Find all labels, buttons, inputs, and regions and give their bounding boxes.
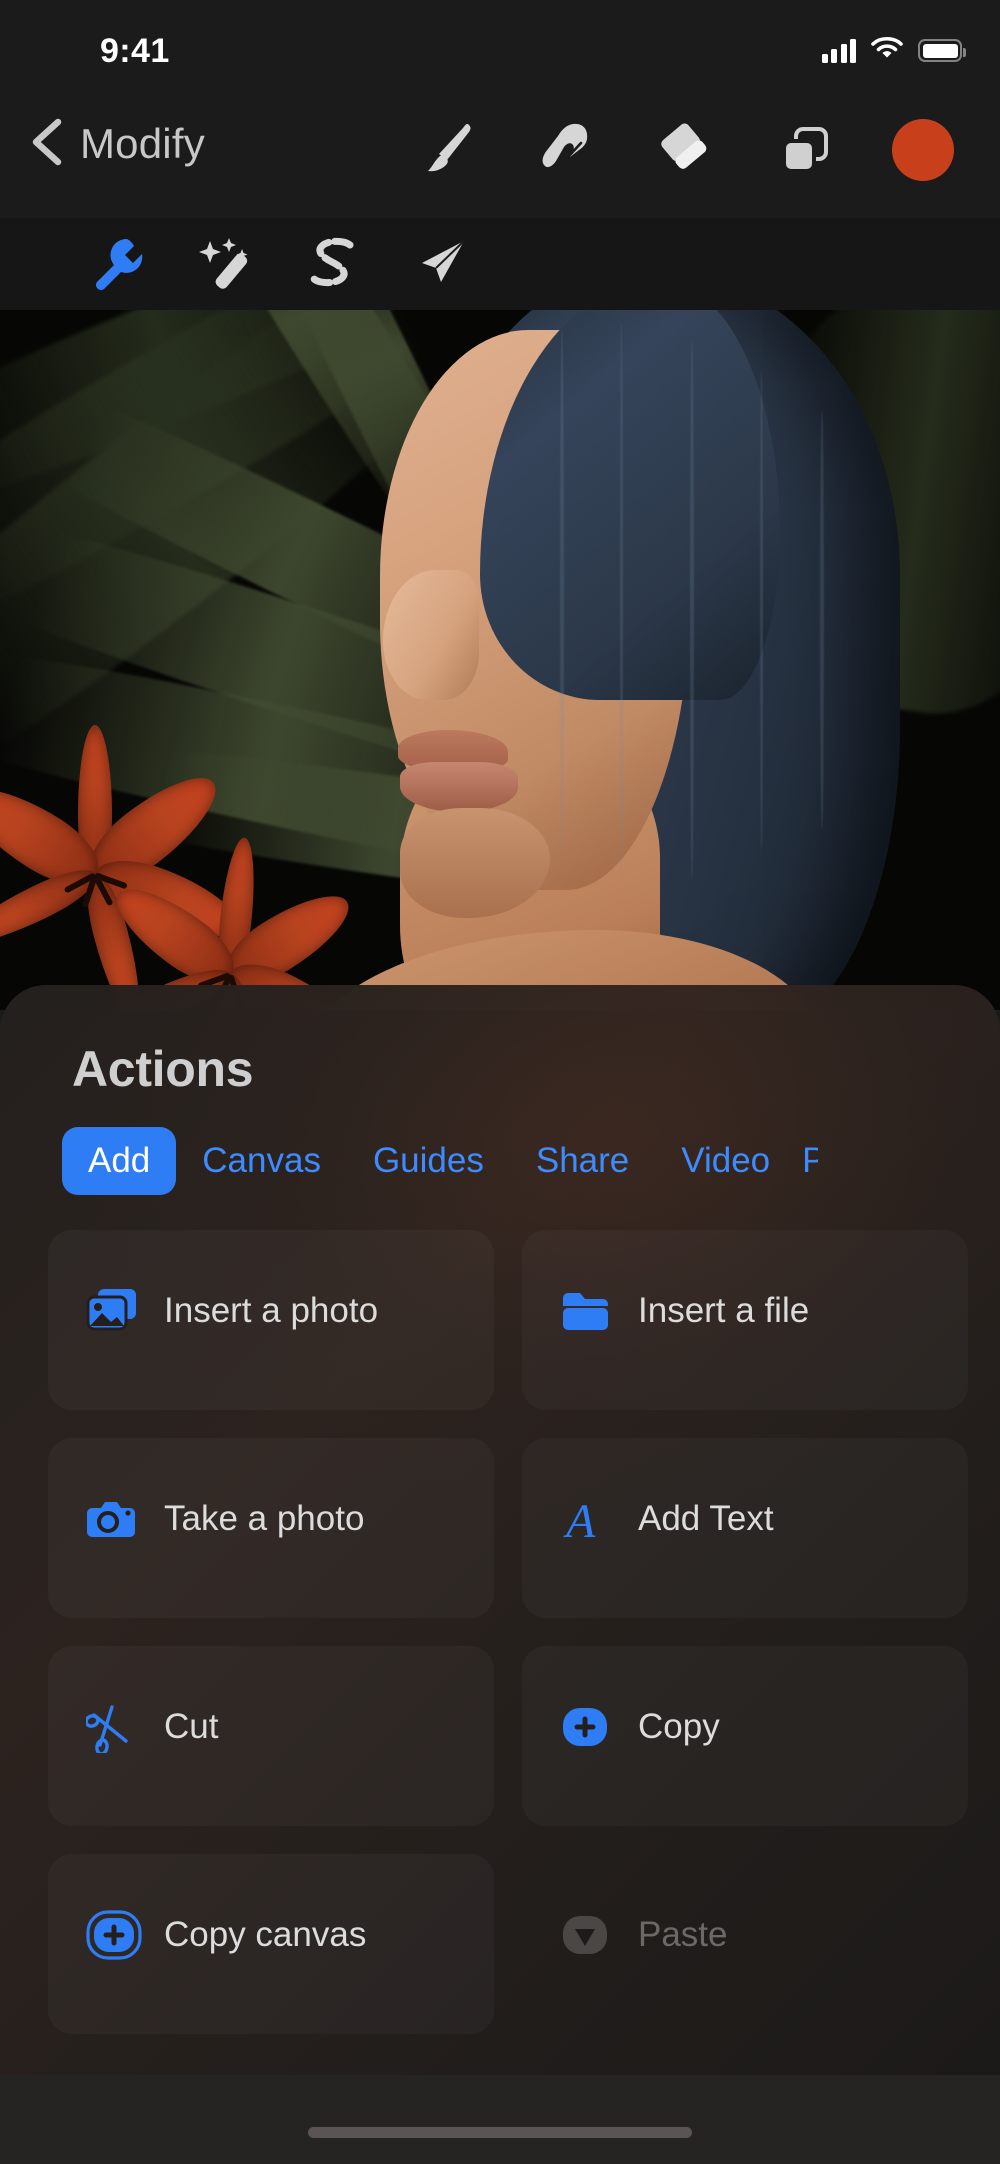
status-bar: 9:41 [0,0,1000,88]
selection-tool[interactable] [280,228,388,300]
copy-canvas-icon [86,1906,148,1964]
action-label: Add Text [638,1499,774,1538]
action-label: Paste [638,1915,728,1954]
action-label: Cut [164,1707,219,1746]
back-button[interactable] [22,112,74,172]
paste-button: Paste [522,1854,968,2034]
copy-button[interactable]: Copy [522,1646,968,1826]
cellular-signal-icon [821,38,856,63]
lower-lip [400,762,518,812]
page-breadcrumb-title[interactable]: Modify [80,120,205,168]
app-screen: Actions Add Canvas Guides Share Video P [0,0,1000,2164]
bottom-safe-area [0,2075,1000,2164]
smudge-tool[interactable] [510,108,628,192]
actions-grid: Insert a photo Insert a file Take a phot… [48,1230,968,2034]
tab-guides[interactable]: Guides [347,1127,510,1195]
action-label: Copy canvas [164,1915,367,1954]
home-indicator-bar[interactable] [308,2127,692,2138]
tool-icon-row [392,108,982,192]
folder-icon [560,1282,622,1340]
actions-tool[interactable] [64,228,172,300]
svg-text:A: A [563,1495,596,1545]
sub-toolbar [0,218,1000,310]
actions-tab-bar: Add Canvas Guides Share Video P [62,1127,818,1195]
action-label: Copy [638,1707,720,1746]
tab-share[interactable]: Share [510,1127,655,1195]
photo-stack-icon [86,1282,148,1340]
layers-tool[interactable] [746,108,864,192]
tab-prefs[interactable]: P [796,1127,818,1195]
camera-icon [86,1490,148,1548]
scissors-icon [86,1698,148,1756]
action-label: Take a photo [164,1499,365,1538]
eraser-tool[interactable] [628,108,746,192]
color-swatch-button[interactable] [864,108,982,192]
status-time: 9:41 [100,32,170,70]
portrait-figure [0,310,1000,1010]
insert-a-photo-button[interactable]: Insert a photo [48,1230,494,1410]
action-label: Insert a photo [164,1291,379,1330]
action-label: Insert a file [638,1291,810,1330]
cut-button[interactable]: Cut [48,1646,494,1826]
tab-video[interactable]: Video [655,1127,796,1195]
tab-add[interactable]: Add [62,1127,177,1195]
current-color-swatch [892,119,954,181]
page-title: Actions [72,1041,254,1097]
letter-a-icon: A [560,1490,622,1548]
tab-canvas[interactable]: Canvas [176,1127,347,1195]
transform-tool[interactable] [388,228,496,300]
copy-plus-icon [560,1698,622,1756]
take-a-photo-button[interactable]: Take a photo [48,1438,494,1618]
copy-canvas-button[interactable]: Copy canvas [48,1854,494,2034]
status-icons [821,36,966,65]
navigation-bar: Modify [0,88,1000,218]
actions-panel: Actions Add Canvas Guides Share Video P [0,985,1000,2075]
adjustments-tool[interactable] [172,228,280,300]
brush-tool[interactable] [392,108,510,192]
wifi-icon [871,36,903,65]
paste-triangle-icon [560,1906,622,1964]
insert-a-file-button[interactable]: Insert a file [522,1230,968,1410]
add-text-button[interactable]: A Add Text [522,1438,968,1618]
canvas-artwork[interactable] [0,310,1000,1010]
battery-full-icon [918,39,966,62]
